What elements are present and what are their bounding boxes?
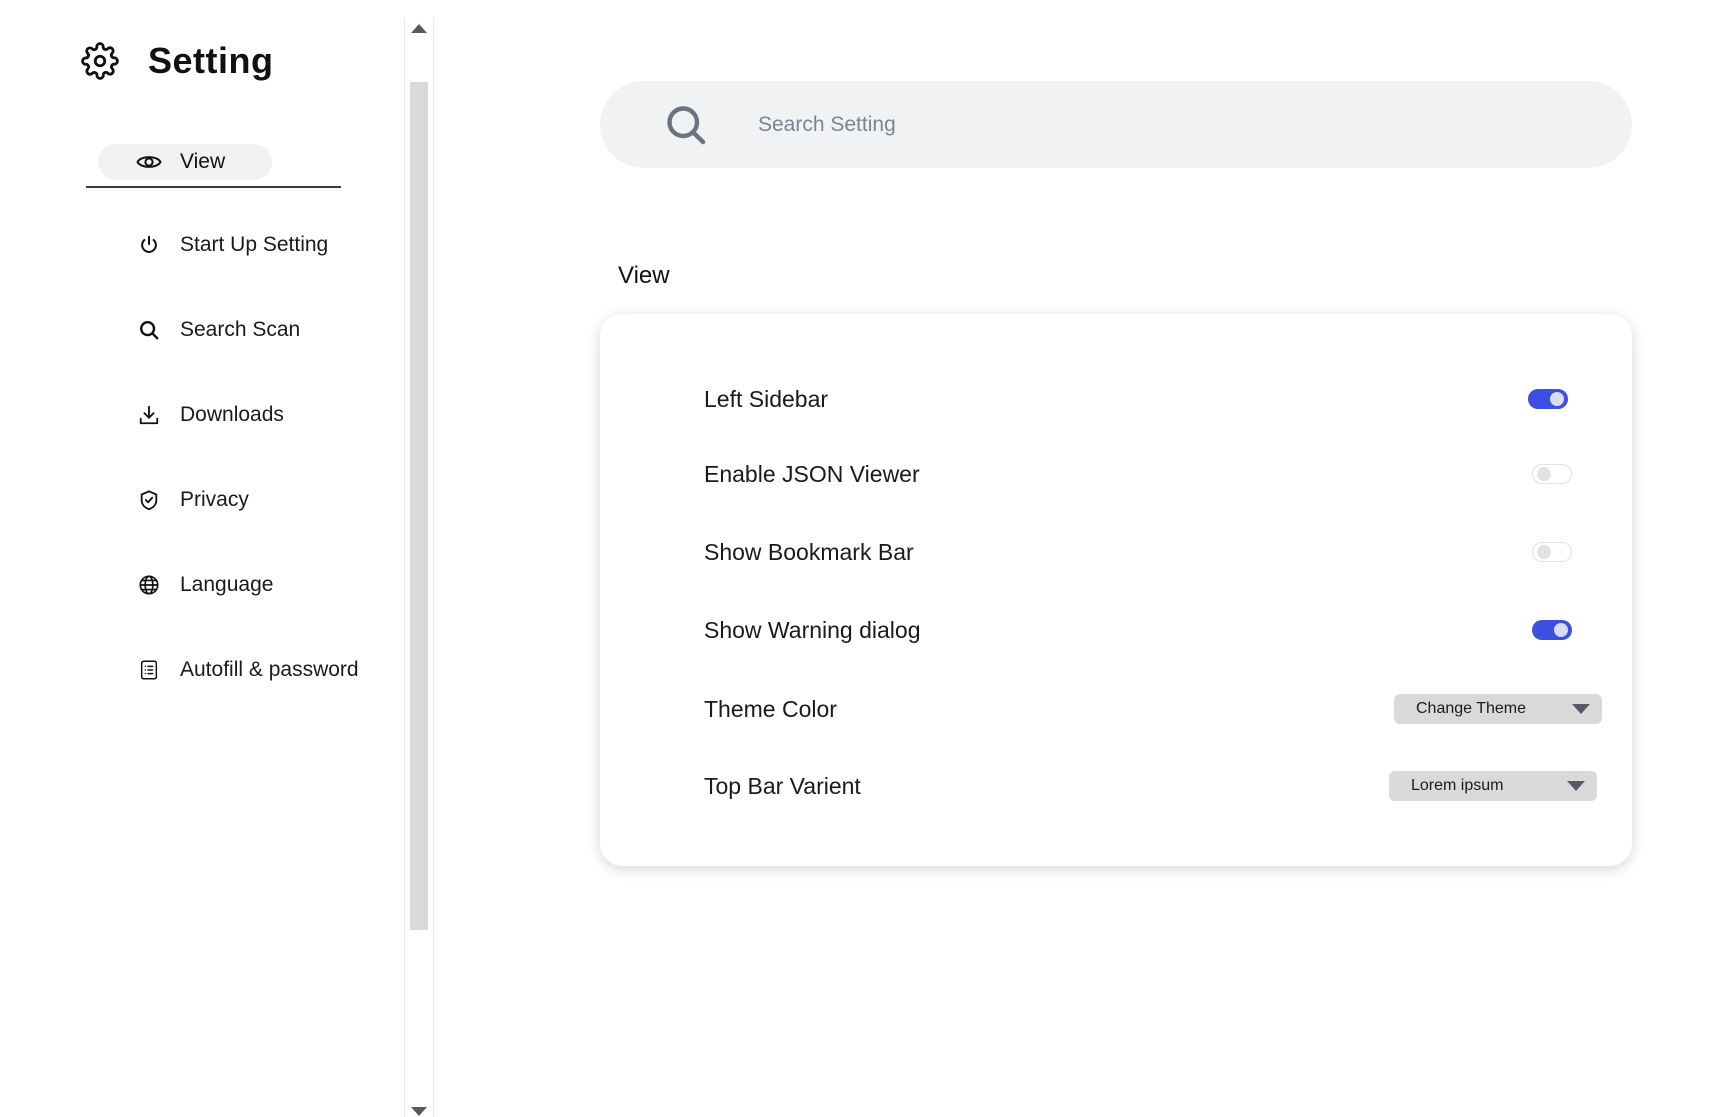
setting-label: Theme Color bbox=[704, 696, 837, 723]
setting-row-top-bar-variant: Top Bar Varient Lorem ipsum bbox=[704, 766, 1602, 806]
sidebar-header: Setting bbox=[80, 40, 274, 82]
scroll-up-arrow-icon[interactable] bbox=[411, 24, 427, 33]
power-icon bbox=[136, 232, 162, 258]
setting-label: Top Bar Varient bbox=[704, 773, 861, 800]
theme-color-select[interactable]: Change Theme bbox=[1394, 694, 1602, 724]
setting-row-show-warning-dialog: Show Warning dialog bbox=[704, 610, 1602, 650]
setting-row-enable-json-viewer: Enable JSON Viewer bbox=[704, 454, 1602, 494]
setting-label: Left Sidebar bbox=[704, 386, 828, 413]
sidebar-item-start-up-setting[interactable]: Start Up Setting bbox=[136, 225, 359, 265]
active-item-underline bbox=[86, 186, 341, 188]
sidebar-item-autofill-password[interactable]: Autofill & password bbox=[136, 650, 359, 690]
sidebar-item-downloads[interactable]: Downloads bbox=[136, 395, 359, 435]
toggle-knob bbox=[1550, 392, 1564, 406]
sidebar-item-search-scan[interactable]: Search Scan bbox=[136, 310, 359, 350]
settings-card: Left Sidebar Enable JSON Viewer Show Boo… bbox=[600, 314, 1632, 866]
shield-check-icon bbox=[136, 487, 162, 513]
chevron-down-icon bbox=[1572, 704, 1590, 714]
sidebar: Setting View Start Up Setting bbox=[0, 0, 405, 1117]
toggle-knob bbox=[1537, 467, 1551, 481]
sidebar-scrollbar[interactable] bbox=[404, 18, 434, 1117]
show-warning-dialog-toggle[interactable] bbox=[1532, 620, 1572, 640]
setting-row-left-sidebar: Left Sidebar bbox=[704, 379, 1602, 419]
setting-row-show-bookmark-bar: Show Bookmark Bar bbox=[704, 532, 1602, 572]
sidebar-item-label: Privacy bbox=[180, 488, 249, 512]
sidebar-title: Setting bbox=[148, 40, 274, 82]
search-icon[interactable] bbox=[664, 103, 708, 147]
sidebar-item-label: Search Scan bbox=[180, 318, 300, 342]
setting-label: Show Warning dialog bbox=[704, 617, 921, 644]
eye-icon bbox=[136, 152, 162, 172]
search-icon bbox=[136, 317, 162, 343]
toggle-knob bbox=[1554, 623, 1568, 637]
sidebar-item-label: Language bbox=[180, 573, 273, 597]
select-value: Change Theme bbox=[1416, 700, 1526, 718]
sidebar-item-view[interactable]: View bbox=[98, 144, 272, 180]
top-bar-variant-select[interactable]: Lorem ipsum bbox=[1389, 771, 1597, 801]
settings-app: Setting View Start Up Setting bbox=[0, 0, 1728, 1117]
setting-label: Show Bookmark Bar bbox=[704, 539, 914, 566]
search-input[interactable] bbox=[756, 112, 1560, 138]
select-value: Lorem ipsum bbox=[1411, 777, 1503, 795]
list-icon bbox=[136, 657, 162, 683]
toggle-knob bbox=[1537, 545, 1551, 559]
sidebar-item-label: Downloads bbox=[180, 403, 284, 427]
chevron-down-icon bbox=[1567, 781, 1585, 791]
download-icon bbox=[136, 402, 162, 428]
setting-row-theme-color: Theme Color Change Theme bbox=[704, 689, 1602, 729]
setting-label: Enable JSON Viewer bbox=[704, 461, 920, 488]
globe-icon bbox=[136, 572, 162, 598]
sidebar-item-label: View bbox=[180, 150, 225, 174]
sidebar-item-label: Autofill & password bbox=[180, 658, 359, 682]
sidebar-nav: Start Up Setting Search Scan bbox=[136, 225, 359, 735]
show-bookmark-bar-toggle[interactable] bbox=[1532, 542, 1572, 562]
sidebar-item-language[interactable]: Language bbox=[136, 565, 359, 605]
scrollbar-thumb[interactable] bbox=[410, 82, 428, 930]
sidebar-item-label: Start Up Setting bbox=[180, 233, 328, 257]
left-sidebar-toggle[interactable] bbox=[1528, 389, 1568, 409]
gear-icon bbox=[80, 41, 120, 81]
enable-json-viewer-toggle[interactable] bbox=[1532, 464, 1572, 484]
search-bar[interactable] bbox=[600, 81, 1632, 168]
section-title: View bbox=[618, 262, 670, 290]
scroll-down-arrow-icon[interactable] bbox=[411, 1107, 427, 1116]
sidebar-item-privacy[interactable]: Privacy bbox=[136, 480, 359, 520]
